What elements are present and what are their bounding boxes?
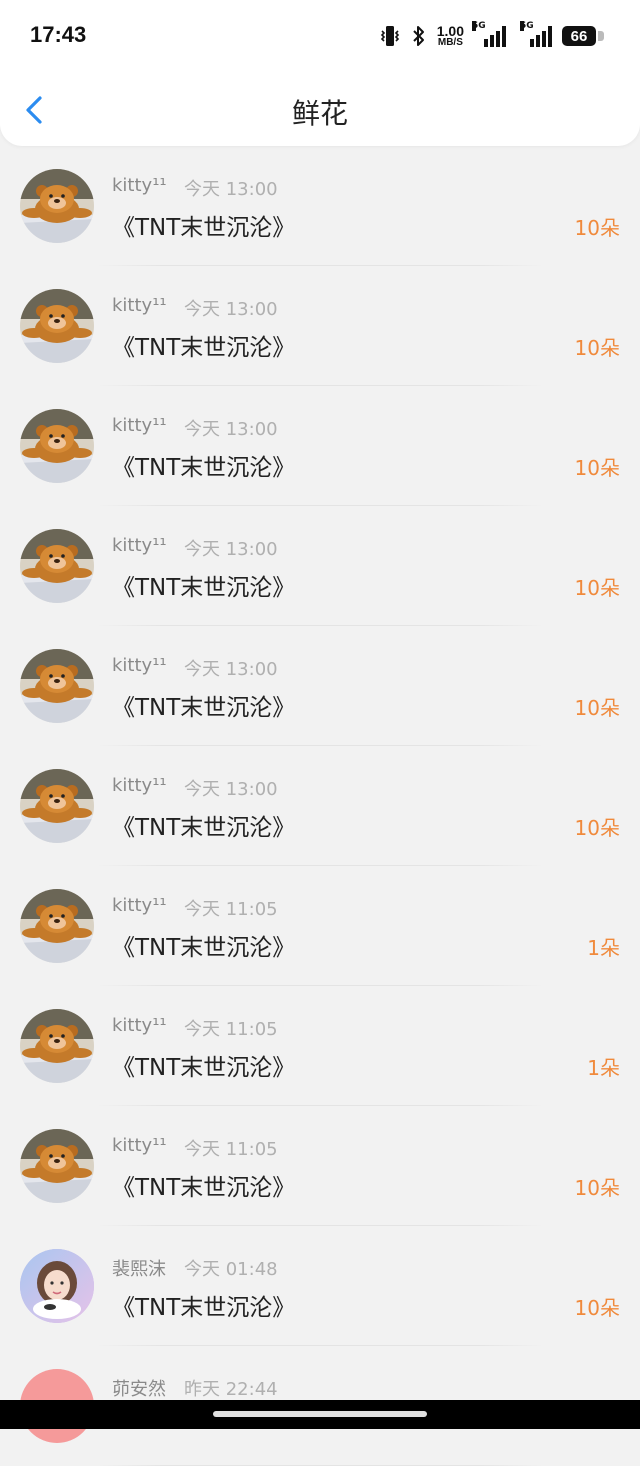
list-item-9[interactable]: kitty¹¹ 今天 11:05 《TNT末世沉沦》 10朵: [0, 1106, 640, 1226]
book-title: 《TNT末世沉沦》: [112, 335, 296, 361]
timestamp: 今天 11:05: [184, 1019, 278, 1040]
book-title: 《TNT末世沉沦》: [112, 215, 296, 241]
sender-name: kitty¹¹: [112, 655, 167, 676]
book-title: 《TNT末世沉沦》: [112, 935, 296, 961]
book-title: 《TNT末世沉沦》: [112, 575, 296, 601]
flower-count: 10朵: [574, 816, 620, 840]
timestamp: 今天 13:00: [184, 779, 278, 800]
timestamp: 今天 13:00: [184, 179, 278, 200]
timestamp: 今天 13:00: [184, 419, 278, 440]
flower-count: 10朵: [574, 1296, 620, 1320]
timestamp: 今天 13:00: [184, 299, 278, 320]
bear-avatar-image: [20, 409, 94, 483]
bear-avatar-image: [20, 529, 94, 603]
signal-icon-2: 5G: [516, 21, 552, 47]
sender-name: kitty¹¹: [112, 1015, 167, 1036]
system-nav-bar: [0, 1400, 640, 1429]
avatar[interactable]: [20, 289, 94, 363]
bluetooth-icon: [413, 26, 424, 46]
bear-avatar-image: [20, 1129, 94, 1203]
flower-count: 10朵: [574, 1176, 620, 1200]
battery-icon: 66: [562, 26, 604, 46]
sender-name: kitty¹¹: [112, 895, 167, 916]
sender-name: 茆安然: [112, 1379, 166, 1400]
page-title: 鲜花: [291, 97, 348, 130]
status-time: 17:43: [30, 22, 87, 47]
sender-name: kitty¹¹: [112, 415, 167, 436]
flower-count: 1朵: [587, 1056, 620, 1080]
avatar[interactable]: [20, 1009, 94, 1083]
vibrate-icon: [380, 26, 399, 46]
flower-count: 10朵: [574, 696, 620, 720]
signal-icon-1: 5G: [472, 21, 506, 47]
flower-record-list: kitty¹¹ 今天 13:00 《TNT末世沉沦》 10朵 kitty¹¹ 今…: [0, 146, 640, 1466]
status-bar: 17:43 1.00 MB/S 5G 5G 66: [0, 0, 640, 72]
book-title: 《TNT末世沉沦》: [112, 695, 296, 721]
girl-avatar-image: [20, 1249, 94, 1323]
list-item-3[interactable]: kitty¹¹ 今天 13:00 《TNT末世沉沦》 10朵: [0, 386, 640, 506]
list-item-7[interactable]: kitty¹¹ 今天 11:05 《TNT末世沉沦》 1朵: [0, 866, 640, 986]
bear-avatar-image: [20, 769, 94, 843]
sender-name: kitty¹¹: [112, 535, 167, 556]
app-header: 鲜花: [0, 72, 640, 146]
network-speed: 1.00 MB/S: [436, 23, 464, 48]
list-item-1[interactable]: kitty¹¹ 今天 13:00 《TNT末世沉沦》 10朵: [0, 146, 640, 266]
book-title: 《TNT末世沉沦》: [112, 815, 296, 841]
list-item-2[interactable]: kitty¹¹ 今天 13:00 《TNT末世沉沦》 10朵: [0, 266, 640, 386]
sender-name: kitty¹¹: [112, 775, 167, 796]
book-title: 《TNT末世沉沦》: [112, 455, 296, 481]
sender-name: kitty¹¹: [112, 175, 167, 196]
timestamp: 今天 11:05: [184, 899, 278, 920]
bear-avatar-image: [20, 1009, 94, 1083]
book-title: 《TNT末世沉沦》: [112, 1295, 296, 1321]
flower-count: 10朵: [574, 456, 620, 480]
list-item-5[interactable]: kitty¹¹ 今天 13:00 《TNT末世沉沦》 10朵: [0, 626, 640, 746]
sender-name: 裴熙沫: [112, 1259, 166, 1280]
bear-avatar-image: [20, 649, 94, 723]
avatar[interactable]: [20, 649, 94, 723]
avatar[interactable]: [20, 889, 94, 963]
flower-count: 10朵: [574, 216, 620, 240]
avatar[interactable]: [20, 1249, 94, 1323]
timestamp: 昨天 22:44: [184, 1379, 278, 1400]
top-card: 17:43 1.00 MB/S 5G 5G 66 鲜花: [0, 0, 640, 146]
status-icons: 1.00 MB/S 5G 5G 66: [379, 21, 604, 50]
book-title: 《TNT末世沉沦》: [112, 1175, 296, 1201]
list-item-10[interactable]: 裴熙沫 今天 01:48 《TNT末世沉沦》 10朵: [0, 1226, 640, 1346]
timestamp: 今天 13:00: [184, 659, 278, 680]
avatar[interactable]: [20, 1129, 94, 1203]
timestamp: 今天 11:05: [184, 1139, 278, 1160]
timestamp: 今天 01:48: [184, 1259, 278, 1280]
bear-avatar-image: [20, 169, 94, 243]
list-item-6[interactable]: kitty¹¹ 今天 13:00 《TNT末世沉沦》 10朵: [0, 746, 640, 866]
sender-name: kitty¹¹: [112, 295, 167, 316]
bear-avatar-image: [20, 289, 94, 363]
sender-name: kitty¹¹: [112, 1135, 167, 1156]
flower-count: 10朵: [574, 576, 620, 600]
timestamp: 今天 13:00: [184, 539, 278, 560]
flower-count: 1朵: [587, 936, 620, 960]
bear-avatar-image: [20, 889, 94, 963]
flower-count: 10朵: [574, 336, 620, 360]
avatar[interactable]: [20, 169, 94, 243]
avatar[interactable]: [20, 529, 94, 603]
home-indicator[interactable]: [213, 1411, 427, 1417]
avatar[interactable]: [20, 769, 94, 843]
avatar[interactable]: [20, 409, 94, 483]
list-item-8[interactable]: kitty¹¹ 今天 11:05 《TNT末世沉沦》 1朵: [0, 986, 640, 1106]
book-title: 《TNT末世沉沦》: [112, 1055, 296, 1081]
list-item-4[interactable]: kitty¹¹ 今天 13:00 《TNT末世沉沦》 10朵: [0, 506, 640, 626]
